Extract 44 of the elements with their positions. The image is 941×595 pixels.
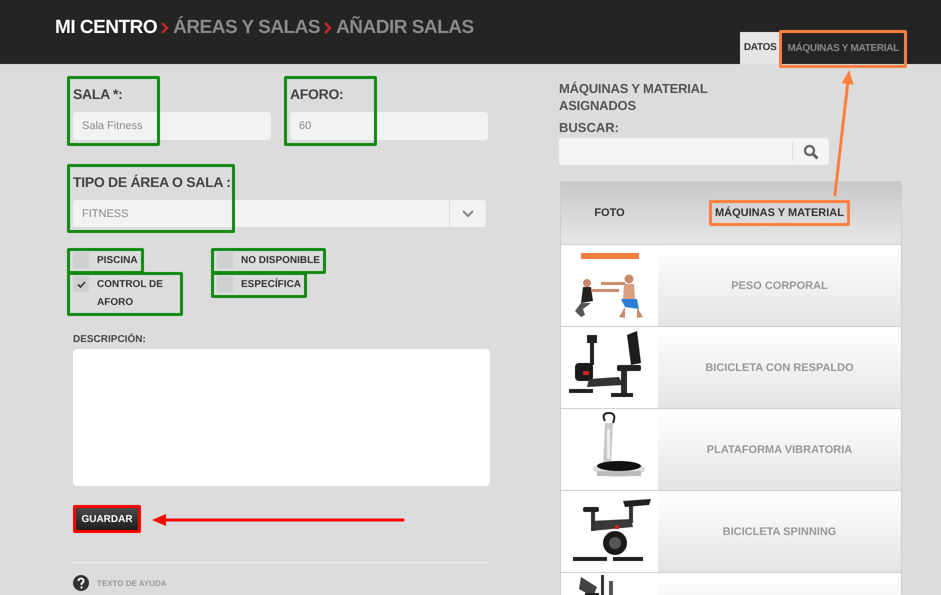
checkbox-label: NO DISPONIBLE (241, 254, 320, 268)
help-link[interactable]: TEXTO DE AYUDA (97, 578, 166, 588)
column-header: MÁQUINAS Y MATERIAL (715, 207, 844, 219)
checkbox[interactable] (73, 276, 89, 292)
checkbox[interactable] (217, 252, 233, 268)
save-button[interactable]: GUARDAR (76, 508, 138, 530)
field-label: TIPO DE ÁREA O SALA : (73, 174, 232, 192)
checkbox[interactable] (73, 252, 89, 268)
caret-icon (462, 210, 474, 218)
checkbox-label: CONTROL DE AFORO (97, 278, 164, 310)
checkbox-label: ESPECÍFICA (241, 277, 302, 292)
input-field[interactable]: 60 (290, 112, 488, 140)
input-field[interactable]: Sala Fitness (73, 112, 271, 140)
field-label: DESCRIPCIÓN: (73, 334, 147, 345)
checkbox[interactable] (217, 276, 233, 292)
text-area[interactable] (73, 349, 490, 486)
check-icon (76, 280, 86, 288)
input-value: Sala Fitness (82, 120, 143, 132)
dropdown-value: FITNESS (82, 208, 128, 220)
breadcrumb-item[interactable]: AÑADIR SALAS (336, 17, 474, 39)
table-row[interactable]: PESO CORPORAL (561, 244, 901, 326)
field-label: AFORO: (290, 86, 344, 104)
breadcrumb-item[interactable]: MI CENTRO (55, 17, 158, 39)
breadcrumb-item[interactable]: ÁREAS Y SALAS (173, 17, 320, 39)
checkbox-label: PISCINA (97, 254, 138, 268)
search-field[interactable] (559, 138, 829, 165)
search-icon (803, 144, 819, 160)
field-label: BUSCAR: (559, 120, 620, 135)
field-label: SALA *: (73, 86, 124, 104)
section-title: MÁQUINAS Y MATERIAL ASIGNADOS (559, 80, 708, 114)
chevron-icon (161, 22, 170, 34)
tab[interactable]: DATOS (740, 32, 780, 64)
table-cell-text: PLATAFORMA VIBRATORIA (706, 442, 854, 458)
help-icon (73, 575, 89, 591)
dropdown[interactable]: FITNESS (73, 200, 486, 227)
input-value: 60 (299, 120, 312, 132)
table-cell-text: BICICLETA CON RESPALDO (704, 360, 855, 376)
table-cell-text: PESO CORPORAL (730, 278, 829, 294)
tab[interactable]: MÁQUINAS Y MATERIAL (783, 34, 903, 64)
column-header: FOTO (593, 207, 626, 219)
table-row[interactable]: PLATAFORMA VIBRATORIA (561, 408, 901, 490)
table-cell-text: BICICLETA SPINNING (722, 524, 838, 540)
chevron-icon (324, 22, 332, 34)
table-row[interactable]: BICICLETA CON RESPALDO (561, 326, 901, 408)
